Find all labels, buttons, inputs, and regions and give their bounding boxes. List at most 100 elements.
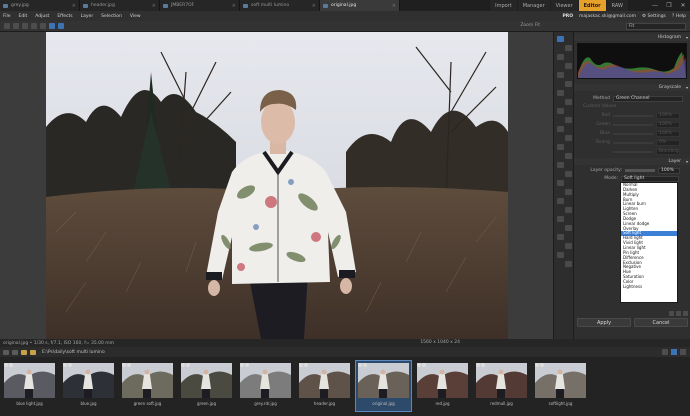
minimize-icon[interactable]: —	[648, 0, 662, 11]
blur-tool-icon[interactable]	[565, 207, 572, 213]
thumbnail[interactable]: original.jpg	[355, 360, 412, 412]
view-mode-icon[interactable]	[49, 23, 55, 29]
blend-mode-dropdown[interactable]: Normal Darken Multiply Burn Linear burn Light…	[620, 182, 678, 303]
settings-button[interactable]: ⚙ Settings	[642, 14, 666, 19]
mode-tab-viewer[interactable]: Viewer	[550, 0, 578, 11]
mode-tab-import[interactable]: Import	[490, 0, 517, 11]
thumbnail[interactable]: green.jpg	[179, 361, 234, 411]
eyedropper-tool-icon[interactable]	[565, 171, 572, 177]
folder-path[interactable]: E:\Ps\daily\soft multi lumino	[42, 350, 105, 355]
crop-tool-icon[interactable]	[565, 81, 572, 87]
menu-edit[interactable]: Edit	[19, 14, 28, 19]
red-eye-tool-icon[interactable]	[557, 180, 564, 186]
thumbnail[interactable]: red.jpg	[415, 361, 470, 411]
back-icon[interactable]	[3, 349, 9, 355]
menu-effects[interactable]: Effects	[57, 14, 72, 19]
rotate-tool-icon[interactable]	[557, 90, 564, 96]
close-tab-icon[interactable]: ×	[72, 3, 76, 9]
compare-icon[interactable]	[58, 23, 64, 29]
document-tab[interactable]: header.jpg ×	[80, 0, 160, 11]
help-button[interactable]: ? Help	[672, 14, 686, 19]
filter-icon[interactable]	[662, 349, 668, 355]
menu-layer[interactable]: Layer	[81, 14, 94, 19]
sharpen-tool-icon[interactable]	[557, 216, 564, 222]
forward-icon[interactable]	[12, 349, 18, 355]
undo-icon[interactable]	[31, 23, 37, 29]
menu-selection[interactable]: Selection	[101, 14, 122, 19]
eraser-tool-icon[interactable]	[557, 126, 564, 132]
thumbnail[interactable]: redmull.jpg	[474, 361, 529, 411]
document-tab[interactable]: soft multi lumino ×	[240, 0, 320, 11]
mode-select[interactable]: Soft light	[621, 175, 679, 182]
channel-field[interactable]: 100%	[656, 112, 680, 119]
gradient-tool-icon[interactable]	[557, 144, 564, 150]
thumbnail[interactable]: header.jpg	[297, 361, 352, 411]
heal-tool-icon[interactable]	[565, 117, 572, 123]
opacity-field[interactable]: 100%	[658, 167, 680, 174]
folder-icon[interactable]	[21, 349, 27, 355]
photo-canvas[interactable]	[46, 32, 508, 339]
mask-tool-icon[interactable]	[565, 243, 572, 249]
menu-adjust[interactable]: Adjust	[35, 14, 49, 19]
menu-view[interactable]: View	[130, 14, 141, 19]
account-email[interactable]: majaskac.ski@gmail.com	[579, 14, 636, 19]
thumbnail-view-icon[interactable]	[671, 349, 677, 355]
apply-button[interactable]: Apply	[577, 318, 631, 327]
close-tab-icon[interactable]: ×	[392, 3, 396, 9]
collapse-icon[interactable]: ▾	[686, 85, 688, 90]
channel-slider[interactable]	[613, 150, 653, 153]
close-tab-icon[interactable]: ×	[312, 3, 316, 9]
zoom-tool-icon[interactable]	[565, 45, 572, 51]
channel-field[interactable]: 0%	[656, 139, 680, 146]
channel-field[interactable]: 100%	[656, 130, 680, 137]
burn-tool-icon[interactable]	[557, 198, 564, 204]
pan-tool-icon[interactable]	[557, 36, 564, 42]
blend-mode-option[interactable]: Lightness	[621, 284, 677, 290]
preset-icon[interactable]	[676, 311, 681, 316]
redo-icon[interactable]	[40, 23, 46, 29]
zoom-select[interactable]: Fit	[626, 23, 686, 30]
channel-field[interactable]: Blending	[656, 148, 680, 155]
channel-slider[interactable]	[613, 141, 653, 144]
clone-tool-icon[interactable]	[557, 108, 564, 114]
thumbnail[interactable]: blue.jpg	[61, 361, 116, 411]
mode-tab-manager[interactable]: Manager	[517, 0, 550, 11]
channel-slider[interactable]	[613, 123, 653, 126]
thumbnail[interactable]: softlight.jpg	[533, 361, 588, 411]
select-tool-icon[interactable]	[4, 23, 10, 29]
mask-icon[interactable]	[683, 311, 688, 316]
mode-tab-raw[interactable]: RAW	[606, 0, 628, 11]
method-select[interactable]: Green Channel	[613, 95, 683, 102]
close-icon[interactable]: ✕	[676, 0, 690, 11]
document-tab[interactable]: original.jpg ×	[320, 0, 400, 11]
collapse-icon[interactable]: ▾	[686, 159, 688, 164]
channel-slider[interactable]	[613, 114, 653, 117]
history-tool-icon[interactable]	[557, 252, 564, 258]
layer-header[interactable]: Layer ▾	[574, 158, 690, 165]
magic-wand-tool-icon[interactable]	[557, 72, 564, 78]
thumbnail[interactable]: green soft.jpg	[120, 361, 175, 411]
cancel-button[interactable]: Cancel	[634, 318, 688, 327]
smudge-tool-icon[interactable]	[565, 225, 572, 231]
mode-tab-editor[interactable]: Editor	[578, 0, 606, 11]
document-tab[interactable]: JMBER7OF ×	[160, 0, 240, 11]
thumbnail[interactable]: grey.rdr.jpg	[238, 361, 293, 411]
dodge-tool-icon[interactable]	[565, 189, 572, 195]
shape-tool-icon[interactable]	[557, 162, 564, 168]
maximize-icon[interactable]: ❐	[662, 0, 676, 11]
close-tab-icon[interactable]: ×	[232, 3, 236, 9]
brush-tool-icon[interactable]	[565, 99, 572, 105]
move-tool-icon[interactable]	[13, 23, 19, 29]
collapse-icon[interactable]: ▾	[686, 35, 688, 40]
list-view-icon[interactable]	[680, 349, 686, 355]
channel-slider[interactable]	[613, 132, 653, 135]
folder-up-icon[interactable]	[30, 349, 36, 355]
select-tool-icon[interactable]	[557, 54, 564, 60]
layer-tool-icon[interactable]	[557, 234, 564, 240]
text-tool-icon[interactable]	[565, 153, 572, 159]
close-tab-icon[interactable]: ×	[152, 3, 156, 9]
lasso-tool-icon[interactable]	[565, 63, 572, 69]
channel-field[interactable]: 100%	[656, 121, 680, 128]
opacity-slider[interactable]	[625, 169, 655, 172]
info-tool-icon[interactable]	[565, 261, 572, 267]
